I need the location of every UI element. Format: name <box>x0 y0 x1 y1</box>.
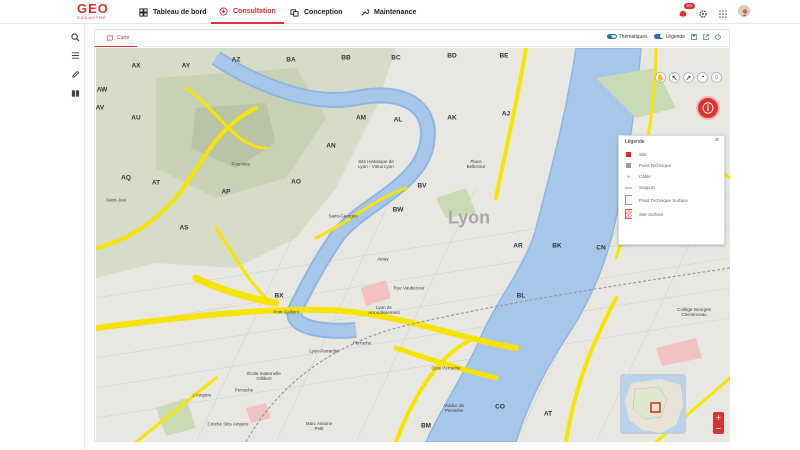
nav-tab-maintenance[interactable]: Maintenance <box>360 0 416 24</box>
app-logo[interactable]: GEO CADASTRE <box>77 1 117 21</box>
gray-outline-box-icon <box>625 195 632 205</box>
bell-icon <box>679 10 687 18</box>
settings-button[interactable] <box>698 6 708 18</box>
book-icon[interactable] <box>71 89 80 98</box>
left-sidebar <box>66 24 85 450</box>
nav-tab-consultation-label: Consultation <box>233 7 276 15</box>
chat-tool-button[interactable]: ◔ <box>697 72 708 83</box>
clock-icon[interactable] <box>715 34 721 40</box>
tab-carte-label: Carte <box>117 35 130 41</box>
select-area-button[interactable]: ➚ <box>683 72 694 83</box>
legend-item: Câble <box>625 172 651 181</box>
legend-item-label: Site <box>639 152 647 157</box>
legend-item: Point Technique Surface <box>625 194 688 206</box>
nav-tab-maintenance-label: Maintenance <box>374 8 417 16</box>
save-icon[interactable] <box>691 34 697 40</box>
app-window: GEO CADASTRE Tableau de bord Consultatio… <box>0 0 800 450</box>
red-hatched-box-icon <box>625 209 632 219</box>
apps-grid-icon <box>719 10 727 18</box>
search-icon[interactable] <box>71 33 80 42</box>
legende-label: Légende <box>665 34 685 40</box>
panel-header-controls: Thématiques Légende <box>606 34 721 40</box>
legend-item: Support <box>625 183 655 192</box>
pointer-icon: ↖ <box>671 74 678 82</box>
user-icon <box>742 9 748 16</box>
red-square-icon <box>625 152 632 157</box>
overview-minimap[interactable] <box>620 374 686 434</box>
legend-close-button[interactable]: × <box>715 137 719 144</box>
nav-tab-dashboard-label: Tableau de bord <box>153 8 207 16</box>
legend-title: Légende <box>625 139 645 145</box>
magnifier-icon: ○ <box>714 74 719 81</box>
map-toolbar: ✋ ↖ ➚ ◔ ○ <box>655 72 722 83</box>
gray-square-icon <box>625 163 632 168</box>
gear-icon <box>699 10 707 18</box>
nav-tab-dashboard[interactable]: Tableau de bord <box>139 0 207 24</box>
search-tool-button[interactable]: ○ <box>711 72 722 83</box>
legende-toggle[interactable]: Légende <box>653 34 685 40</box>
pencil-icon[interactable] <box>71 70 80 79</box>
zoom-controls: + − <box>713 412 724 434</box>
green-line-icon <box>625 186 632 190</box>
info-button[interactable]: ⓘ <box>696 96 720 120</box>
pan-tool-button[interactable]: ✋ <box>655 72 666 83</box>
map-canvas[interactable]: AW AX AY AZ BA BB BC BD BE AV AU AT AS A… <box>96 48 730 442</box>
zoom-out-button[interactable]: − <box>716 424 721 433</box>
top-navigation: GEO CADASTRE Tableau de bord Consultatio… <box>0 0 800 24</box>
user-avatar[interactable] <box>738 5 750 17</box>
compass-icon <box>219 6 228 16</box>
external-link-icon[interactable] <box>703 34 709 40</box>
top-right-actions: 99+ <box>678 3 750 18</box>
legend-item: Site <box>625 150 647 159</box>
map-icon <box>107 35 113 41</box>
map-panel: Carte Thématiques Légende AW AX AY AZ BA… <box>94 29 730 442</box>
legend-item: Point Technique <box>625 161 671 170</box>
apps-button[interactable] <box>718 6 728 18</box>
thematiques-toggle[interactable]: Thématiques <box>606 34 648 40</box>
notification-badge: 99+ <box>684 3 695 9</box>
hand-icon: ✋ <box>656 74 665 82</box>
list-icon[interactable] <box>71 51 80 60</box>
zoom-in-button[interactable]: + <box>716 413 721 422</box>
cursor-icon: ➚ <box>685 74 692 82</box>
logo-mark: GEO <box>77 1 109 16</box>
info-icon: ⓘ <box>702 103 714 115</box>
wrench-icon <box>361 8 369 16</box>
thematiques-label: Thématiques <box>618 34 648 40</box>
minimap-europe <box>621 375 685 433</box>
toggle-switch-on <box>653 34 664 40</box>
nav-tab-conception-label: Conception <box>304 8 343 16</box>
legend-item-label: Point Technique <box>639 163 671 168</box>
tab-carte[interactable]: Carte <box>95 30 138 47</box>
logo-subtitle: CADASTRE <box>77 15 107 20</box>
gray-dot-icon <box>625 174 632 179</box>
legend-item-label: Support <box>639 185 655 190</box>
layers-icon <box>290 8 299 17</box>
legend-panel: Légende × Site Point Technique Câble Sup… <box>618 135 725 245</box>
legend-item-label: Câble <box>639 174 651 179</box>
nav-tab-consultation[interactable]: Consultation <box>211 0 284 24</box>
toggle-switch-off <box>606 34 617 40</box>
legend-item: Site Surface <box>625 208 664 220</box>
legend-item-label: Point Technique Surface <box>639 197 688 203</box>
select-tool-button[interactable]: ↖ <box>669 72 680 83</box>
comment-icon: ◔ <box>700 74 705 81</box>
panel-header: Carte Thématiques Légende <box>95 30 729 47</box>
nav-tab-conception[interactable]: Conception <box>290 0 343 24</box>
dashboard-icon <box>139 7 148 17</box>
legend-item-label: Site Surface <box>639 211 664 217</box>
notifications-button[interactable]: 99+ <box>678 3 695 18</box>
